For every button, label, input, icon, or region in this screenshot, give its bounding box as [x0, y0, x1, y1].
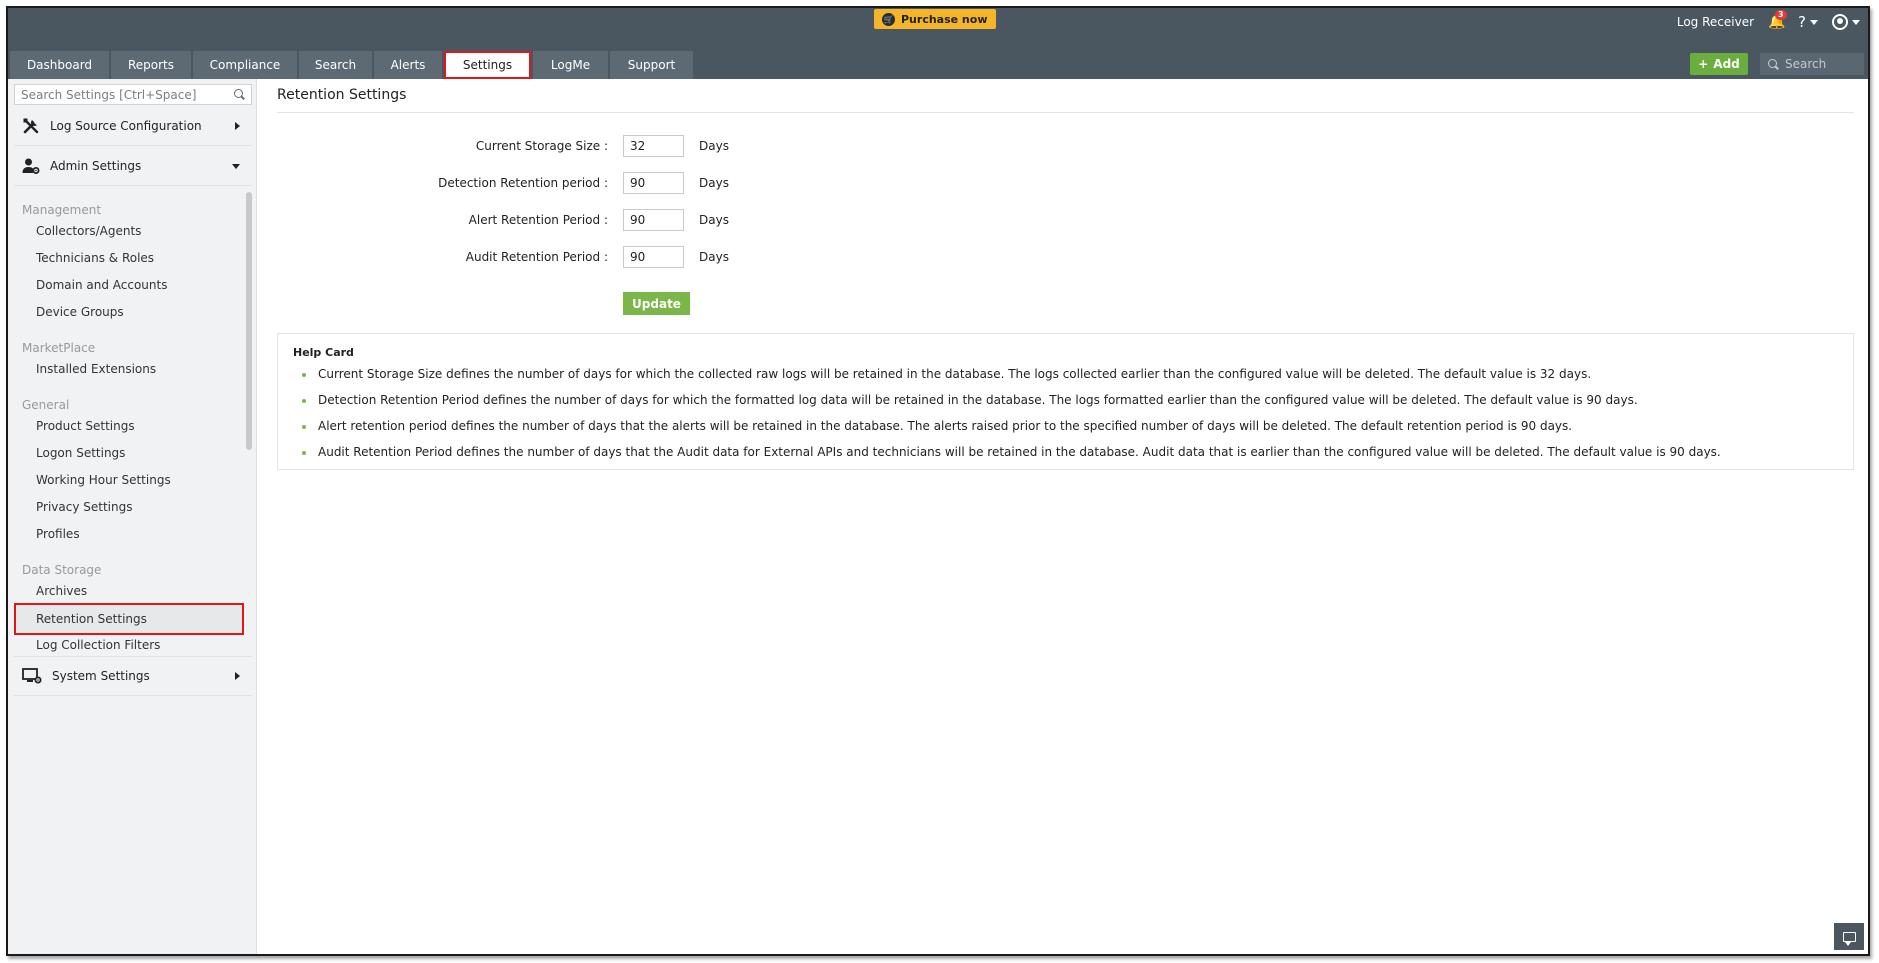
chevron-right-icon — [235, 121, 240, 130]
add-button[interactable]: + Add — [1690, 53, 1748, 75]
sidebar-item-log-collection-filters[interactable]: Log Collection Filters — [14, 633, 244, 655]
system-settings-label: System Settings — [52, 669, 150, 683]
settings-search-input[interactable] — [21, 87, 221, 102]
top-bar: 🛒 Purchase now Log Receiver 🔔 3 ? Dashboa… — [8, 8, 1868, 79]
detection-retention-label: Detection Retention period : — [438, 176, 608, 190]
help-card-title: Help Card — [293, 346, 354, 359]
sidebar-item-device-groups[interactable]: Device Groups — [14, 300, 244, 324]
system-settings-section[interactable]: System Settings — [14, 656, 252, 696]
current-storage-label: Current Storage Size : — [475, 139, 608, 153]
purchase-now-button[interactable]: 🛒 Purchase now — [874, 9, 997, 29]
sidebar-item-product-settings[interactable]: Product Settings — [14, 414, 244, 438]
title-divider — [277, 112, 1854, 113]
settings-sidebar: Log Source Configuration Admin Settings … — [8, 79, 257, 954]
sidebar-item-technicians-roles[interactable]: Technicians & Roles — [14, 246, 244, 270]
page-title: Retention Settings — [277, 87, 407, 103]
help-card-list: Current Storage Size defines the number … — [302, 367, 1721, 471]
sidebar-item-privacy-settings[interactable]: Privacy Settings — [14, 495, 244, 519]
group-label-management: Management — [22, 203, 102, 217]
admin-settings-list: Management Collectors/Agents Technicians… — [14, 192, 252, 655]
chevron-down-icon — [232, 163, 240, 169]
chat-button[interactable] — [1834, 923, 1864, 950]
alert-retention-label: Alert Retention Period : — [468, 213, 608, 227]
help-icon: ? — [1798, 13, 1806, 31]
group-label-data-storage: Data Storage — [22, 563, 102, 577]
detection-retention-unit: Days — [699, 176, 729, 190]
add-button-label: Add — [1713, 57, 1740, 71]
app-window: 🛒 Purchase now Log Receiver 🔔 3 ? Dashboa… — [6, 6, 1870, 956]
help-menu[interactable]: ? — [1798, 13, 1818, 31]
sidebar-item-installed-extensions[interactable]: Installed Extensions — [14, 357, 244, 381]
sidebar-item-logon-settings[interactable]: Logon Settings — [14, 441, 244, 465]
log-source-configuration-label: Log Source Configuration — [50, 118, 202, 133]
chevron-down-icon — [1852, 19, 1860, 25]
sidebar-scrollbar[interactable] — [246, 192, 252, 450]
user-menu[interactable] — [1832, 14, 1860, 30]
notification-bell-icon[interactable]: 🔔 3 — [1768, 10, 1787, 30]
group-label-marketplace: MarketPlace — [22, 341, 96, 355]
tab-alerts[interactable]: Alerts — [374, 51, 442, 79]
audit-retention-unit: Days — [699, 250, 729, 264]
chevron-right-icon — [235, 672, 240, 680]
admin-user-gear-icon — [22, 158, 40, 174]
detection-retention-input[interactable] — [623, 172, 684, 194]
current-storage-input[interactable] — [623, 135, 684, 157]
sidebar-item-collectors-agents[interactable]: Collectors/Agents — [14, 219, 244, 243]
plus-icon: + — [1698, 57, 1709, 71]
alert-retention-input[interactable] — [623, 209, 684, 231]
alert-retention-unit: Days — [699, 213, 729, 227]
log-receiver-link[interactable]: Log Receiver — [1677, 15, 1754, 29]
group-label-general: General — [22, 398, 70, 412]
purchase-now-label: Purchase now — [901, 12, 988, 26]
tab-support[interactable]: Support — [610, 51, 693, 79]
help-card: Help Card Current Storage Size defines t… — [277, 333, 1854, 470]
log-source-configuration-section[interactable]: Log Source Configuration — [14, 106, 252, 146]
settings-search-box[interactable] — [14, 84, 252, 105]
sidebar-item-archives[interactable]: Archives — [14, 579, 244, 603]
help-card-item: Current Storage Size defines the number … — [302, 367, 1721, 393]
tab-logme[interactable]: LogMe — [533, 51, 608, 79]
detection-retention-row: Detection Retention period : Days — [257, 172, 857, 194]
sidebar-item-working-hour-settings[interactable]: Working Hour Settings — [14, 468, 244, 492]
tab-dashboard[interactable]: Dashboard — [10, 51, 109, 79]
help-card-item: Alert retention period defines the numbe… — [302, 419, 1721, 445]
audit-retention-input[interactable] — [623, 246, 684, 268]
top-search-box[interactable] — [1760, 53, 1864, 75]
cart-icon: 🛒 — [882, 12, 895, 26]
sidebar-item-retention-settings[interactable]: Retention Settings — [14, 603, 244, 635]
audit-retention-label: Audit Retention Period : — [465, 250, 608, 264]
update-button[interactable]: Update — [623, 292, 690, 315]
alert-retention-row: Alert Retention Period : Days — [257, 209, 857, 231]
main-content: Retention Settings Current Storage Size … — [257, 79, 1868, 954]
top-search-input[interactable] — [1785, 57, 1855, 71]
sidebar-item-domain-accounts[interactable]: Domain and Accounts — [14, 273, 244, 297]
help-card-item: Audit Retention Period defines the numbe… — [302, 445, 1721, 471]
admin-settings-section[interactable]: Admin Settings — [14, 146, 252, 186]
admin-settings-label: Admin Settings — [50, 158, 142, 173]
user-avatar-icon — [1832, 14, 1848, 30]
audit-retention-row: Audit Retention Period : Days — [257, 246, 857, 268]
system-monitor-gear-icon — [22, 668, 42, 684]
current-storage-row: Current Storage Size : Days — [257, 135, 857, 157]
main-tabs: Dashboard Reports Compliance Search Aler… — [10, 51, 693, 79]
tab-reports[interactable]: Reports — [111, 51, 191, 79]
search-icon[interactable] — [234, 89, 245, 100]
top-right-controls: Log Receiver 🔔 3 ? — [1677, 10, 1860, 32]
tab-search[interactable]: Search — [299, 51, 372, 79]
tools-icon — [23, 118, 39, 133]
current-storage-unit: Days — [699, 139, 729, 153]
notification-count: 3 — [1775, 10, 1787, 20]
chat-icon — [1842, 931, 1856, 946]
sidebar-item-profiles[interactable]: Profiles — [14, 522, 244, 546]
help-card-item: Detection Retention Period defines the n… — [302, 393, 1721, 419]
tab-settings[interactable]: Settings — [444, 51, 531, 79]
search-icon — [1768, 58, 1779, 70]
tab-compliance[interactable]: Compliance — [193, 51, 297, 79]
chevron-down-icon — [1810, 19, 1818, 25]
